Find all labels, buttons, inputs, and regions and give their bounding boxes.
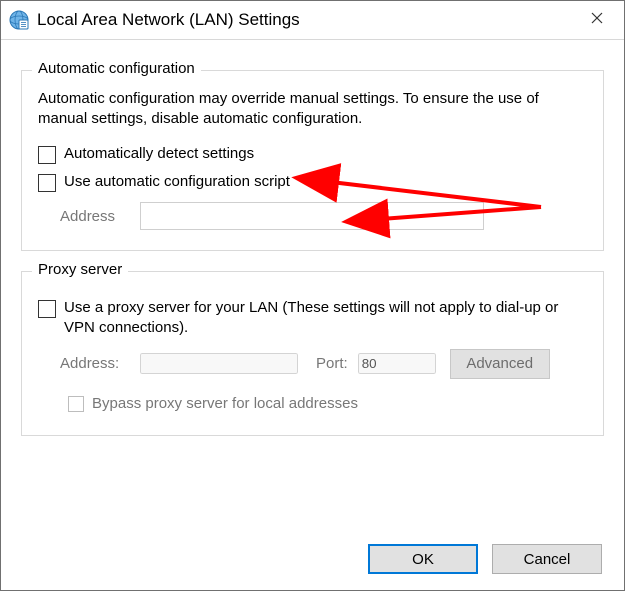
ok-button[interactable]: OK (368, 544, 478, 574)
cancel-button[interactable]: Cancel (492, 544, 602, 574)
titlebar[interactable]: Local Area Network (LAN) Settings (1, 1, 624, 40)
group-proxy-server: Proxy server Use a proxy server for your… (21, 271, 604, 436)
proxy-address-input[interactable] (140, 353, 298, 374)
dialog-buttons: OK Cancel (368, 544, 602, 574)
proxy-address-label: Address: (60, 355, 140, 372)
proxy-port-input[interactable] (358, 353, 436, 374)
auto-detect-checkbox[interactable] (38, 146, 56, 164)
bypass-checkbox[interactable] (68, 396, 84, 412)
use-proxy-checkbox[interactable] (38, 300, 56, 318)
auto-config-description: Automatic configuration may override man… (38, 89, 587, 130)
close-icon (591, 11, 603, 29)
advanced-button[interactable]: Advanced (450, 349, 550, 379)
auto-script-label[interactable]: Use automatic configuration script (64, 172, 290, 192)
lan-settings-icon (9, 10, 29, 30)
auto-address-input[interactable] (140, 202, 484, 230)
auto-detect-label[interactable]: Automatically detect settings (64, 144, 254, 164)
use-proxy-label[interactable]: Use a proxy server for your LAN (These s… (64, 298, 587, 339)
auto-script-checkbox[interactable] (38, 174, 56, 192)
bypass-label: Bypass proxy server for local addresses (92, 395, 358, 412)
proxy-port-label: Port: (316, 355, 348, 372)
close-button[interactable] (574, 5, 620, 35)
group-auto-legend: Automatic configuration (32, 60, 201, 77)
window-title: Local Area Network (LAN) Settings (37, 10, 300, 30)
group-proxy-legend: Proxy server (32, 261, 128, 278)
group-automatic-configuration: Automatic configuration Automatic config… (21, 70, 604, 251)
auto-address-label: Address (60, 208, 140, 225)
